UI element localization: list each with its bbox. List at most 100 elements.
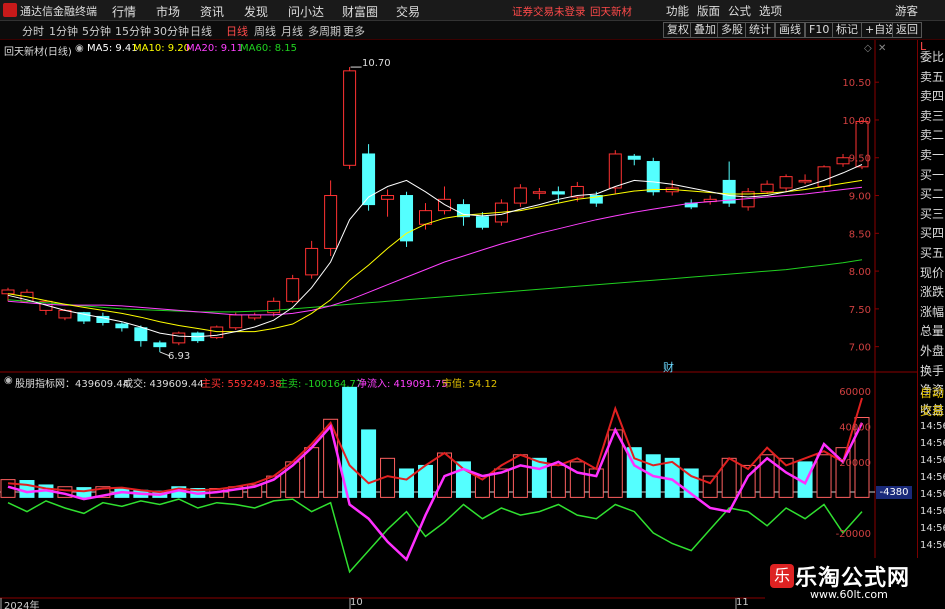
stock-name-top: 回天新材 xyxy=(590,6,632,18)
volume-bar-21 xyxy=(399,468,415,498)
tab-daily[interactable]: 日线 xyxy=(226,23,248,39)
sidebar-item-13[interactable]: 涨幅 xyxy=(920,303,944,320)
indicator-market-value: 市值: 54.12 xyxy=(442,379,498,390)
sidebar-lower: 自动交易 14:56 14:56 14:56 14:56 14:56 14:56 14:56 1… xyxy=(917,383,945,558)
chart-grid xyxy=(0,40,917,609)
price-tick-7: 7.00 xyxy=(849,343,871,354)
sidebar-item-12[interactable]: 涨跌 xyxy=(920,283,944,300)
candle-body-44 xyxy=(836,157,850,165)
tab-monthly[interactable]: 月线 xyxy=(281,23,303,39)
menu-discover[interactable]: 发现 xyxy=(244,3,268,20)
indicator-toggle-icon[interactable]: ◉ xyxy=(4,375,13,386)
menu-formula[interactable]: 公式 xyxy=(728,3,751,19)
candle-body-34 xyxy=(646,161,660,193)
ma-toggle-icon[interactable]: ◉ xyxy=(75,43,84,54)
statistics-button[interactable]: 统计 xyxy=(745,22,775,38)
sidebar-item-4[interactable]: 卖二 xyxy=(920,126,944,143)
menu-news[interactable]: 资讯 xyxy=(200,3,224,20)
candle-body-17 xyxy=(324,195,338,249)
menu-function[interactable]: 功能 xyxy=(666,3,689,19)
menu-market[interactable]: 市场 xyxy=(156,3,180,20)
indicator-main-buy: 主买: 559249.38 xyxy=(201,379,282,390)
sidebar-item-8[interactable]: 买三 xyxy=(920,205,944,222)
ma60-line xyxy=(7,259,863,313)
restore-rights-button[interactable]: 复权 xyxy=(663,22,693,38)
tab-15min[interactable]: 15分钟 xyxy=(115,23,151,39)
volume-bar-15 xyxy=(285,461,301,498)
multi-stock-button[interactable]: 多股 xyxy=(717,22,747,38)
login-notice[interactable]: 证券交易未登录 xyxy=(512,4,586,19)
panel-close-icon[interactable]: ✕ xyxy=(878,43,886,54)
draw-line-button[interactable]: 画线 xyxy=(775,22,805,38)
menu-trade[interactable]: 交易 xyxy=(396,3,420,20)
candle-body-12 xyxy=(229,314,243,329)
price-tick-3: 9.00 xyxy=(849,192,871,203)
volume-bar-43 xyxy=(816,454,832,498)
sidebar-lower-item-0[interactable]: 自动 xyxy=(920,384,944,401)
candle-body-0 xyxy=(1,289,15,295)
candle-body-18 xyxy=(343,70,357,166)
tab-weekly[interactable]: 周线 xyxy=(254,23,276,39)
sidebar-time-7: 14:56 xyxy=(920,540,945,551)
ma20-line xyxy=(7,186,863,316)
price-tick-4: 8.50 xyxy=(849,229,871,240)
ma20-label: MA20: 9.11 xyxy=(186,43,244,54)
menu-wealth[interactable]: 财富圈 xyxy=(342,3,378,20)
low-price-label: 6.93 xyxy=(168,351,191,362)
overlay-button[interactable]: 叠加 xyxy=(690,22,720,38)
sidebar-item-15[interactable]: 外盘 xyxy=(920,342,944,359)
menu-options[interactable]: 选项 xyxy=(759,3,782,19)
tab-multi-period[interactable]: 多周期 xyxy=(308,23,341,39)
sidebar-item-10[interactable]: 买五 xyxy=(920,244,944,261)
tab-intraday[interactable]: 分时 xyxy=(22,23,44,39)
indicator-title: 股朋指标网：439609.44 xyxy=(15,379,130,390)
candle-body-20 xyxy=(381,195,395,200)
price-tick-0: 10.50 xyxy=(842,78,871,89)
menu-ask[interactable]: 问小达 xyxy=(288,3,324,20)
menu-market-quote[interactable]: 行情 xyxy=(112,3,136,20)
tab-5min[interactable]: 5分钟 xyxy=(82,23,111,39)
sidebar-item-1[interactable]: 卖五 xyxy=(920,68,944,85)
sidebar-item-3[interactable]: 卖三 xyxy=(920,107,944,124)
panel-diamond-icon[interactable]: ◇ xyxy=(864,43,872,54)
sidebar-item-0[interactable]: 委比 xyxy=(920,48,944,65)
sidebar-item-14[interactable]: 总量 xyxy=(920,322,944,339)
axis-labels: 10.50 10.00 9.50 9.00 8.50 8.00 7.50 7.00 60000 4… xyxy=(836,78,879,575)
sidebar-item-7[interactable]: 买二 xyxy=(920,185,944,202)
sidebar-time-6: 14:56 xyxy=(920,523,945,534)
tab-more[interactable]: 更多 xyxy=(343,23,365,39)
main-sell-line xyxy=(7,498,863,574)
sidebar-time-1: 14:56 xyxy=(920,438,945,449)
guest-label[interactable]: 游客 xyxy=(895,3,918,19)
volume-bar-27 xyxy=(512,454,528,498)
sidebar-item-5[interactable]: 卖一 xyxy=(920,146,944,163)
sidebar-lower-item-1[interactable]: 交易 xyxy=(920,402,944,419)
f10-button[interactable]: F10 xyxy=(805,22,834,38)
sidebar-item-6[interactable]: 买一 xyxy=(920,166,944,183)
volume-bar-1 xyxy=(19,480,35,498)
watermark-url: www.60lt.com xyxy=(810,588,888,601)
date-label-year: 2024年 xyxy=(4,601,40,609)
candle-body-32 xyxy=(608,153,622,189)
stock-label: 回天新材(日线) xyxy=(4,47,72,58)
sidebar-item-2[interactable]: 卖四 xyxy=(920,87,944,104)
indicator-net-inflow: 净流入: 419091.75 xyxy=(357,379,448,390)
tab-60min[interactable]: 日线 xyxy=(190,23,212,39)
indicator-tick-3: -20000 xyxy=(836,529,871,540)
finance-event-marker[interactable]: 财 xyxy=(663,359,674,375)
volume-bar-37 xyxy=(702,475,718,498)
back-button[interactable]: 返回 xyxy=(892,22,922,38)
menu-layout[interactable]: 版面 xyxy=(697,3,720,19)
menu-bar: 通达信金融终端 行情 市场 资讯 发现 问小达 财富圈 交易 证券交易未登录 回… xyxy=(0,0,945,21)
mark-button[interactable]: 标记 xyxy=(832,22,862,38)
sidebar-item-11[interactable]: 现价 xyxy=(920,264,944,281)
volume-bar-19 xyxy=(361,429,377,498)
sidebar-item-16[interactable]: 换手 xyxy=(920,362,944,379)
kline-chart[interactable]: 10.50 10.00 9.50 9.00 8.50 8.00 7.50 7.00 60000 4… xyxy=(0,40,917,609)
watermark-logo-icon: 乐 xyxy=(770,564,794,588)
volume-bar-28 xyxy=(531,457,547,498)
tab-30min[interactable]: 30分钟 xyxy=(153,23,189,39)
sidebar-item-9[interactable]: 买四 xyxy=(920,224,944,241)
period-tab-bar: 分时 1分钟 5分钟 15分钟 30分钟 日线 日线 周线 月线 多周期 更多 … xyxy=(0,21,945,40)
tab-1min[interactable]: 1分钟 xyxy=(49,23,78,39)
